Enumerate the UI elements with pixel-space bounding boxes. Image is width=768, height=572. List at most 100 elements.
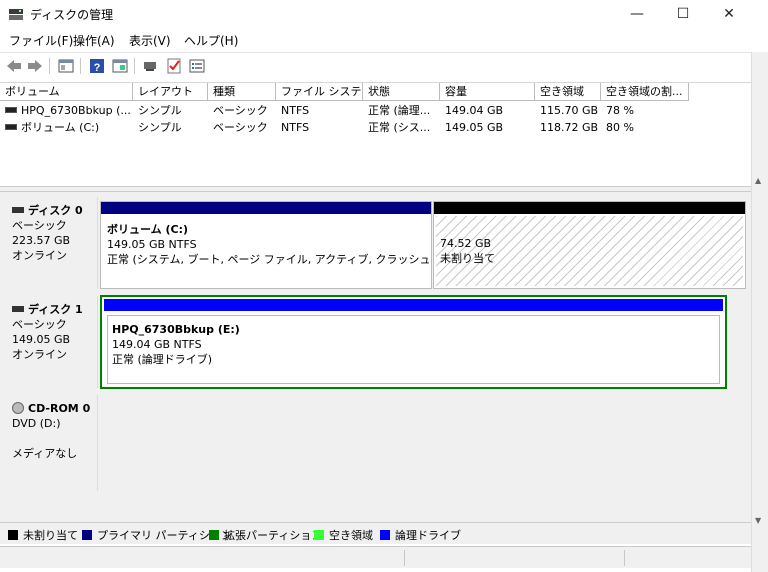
volume-name: HPQ_6730Bbkup (... (21, 104, 131, 117)
legend: 未割り当て プライマリ パーティション 拡張パーティション 空き領域 論理ドライ… (0, 522, 751, 544)
legend-label: 空き領域 (329, 529, 373, 542)
column-header-free-percent[interactable]: 空き領域の割... (601, 83, 689, 101)
disk-0-status: オンライン (12, 249, 67, 262)
column-header-capacity[interactable]: 容量 (440, 83, 535, 101)
partition-c-status: 正常 (システム, ブート, ページ ファイル, アクティブ, クラッシュ ダン… (107, 253, 429, 266)
legend-label: 拡張パーティション (224, 529, 323, 542)
volume-icon (5, 107, 17, 113)
cell-volume: ボリューム (C:) (0, 119, 133, 136)
legend-logical: 論理ドライブ (380, 527, 461, 543)
help-icon[interactable]: ? (88, 57, 106, 75)
cell-capacity: 149.05 GB (445, 121, 504, 134)
disk-0-name: ディスク 0 (28, 204, 83, 217)
partition-e-size: 149.04 GB NTFS (112, 338, 202, 351)
cell-capacity: 149.04 GB (445, 104, 504, 117)
vertical-scrollbar[interactable]: ▲ ▼ (751, 52, 768, 572)
cell-free-percent: 78 % (606, 104, 634, 117)
menu-action[interactable]: 操作(A) (73, 32, 115, 49)
partition-c-size: 149.05 GB NTFS (107, 238, 197, 251)
cell-status: 正常 (論理... (368, 104, 431, 117)
cdrom-0-status: メディアなし (12, 447, 78, 460)
disk-icon (12, 306, 24, 312)
toolbar-separator (49, 58, 50, 74)
console-tree-icon[interactable] (57, 57, 75, 75)
status-divider (404, 550, 405, 566)
scroll-up-icon[interactable]: ▲ (755, 176, 761, 185)
unallocated-bar (434, 202, 745, 214)
cdrom-0-name: CD-ROM 0 (28, 402, 91, 415)
disk-1-type: ベーシック (12, 318, 67, 331)
table-row[interactable]: HPQ_6730Bbkup (... シンプル ベーシック NTFS 正常 (論… (0, 102, 751, 119)
volume-name: ボリューム (C:) (21, 121, 100, 134)
check-icon[interactable] (165, 57, 183, 75)
list-view-icon[interactable] (188, 57, 206, 75)
forward-arrow-icon[interactable] (26, 57, 44, 75)
cell-filesystem: NTFS (281, 104, 310, 117)
properties-icon[interactable] (111, 57, 129, 75)
legend-swatch (209, 530, 219, 540)
title-bar: ディスクの管理 — ☐ ✕ (0, 0, 768, 28)
cell-status: 正常 (シス... (368, 121, 431, 134)
window-title: ディスクの管理 (30, 8, 114, 22)
menu-help[interactable]: ヘルプ(H) (184, 32, 238, 49)
legend-swatch (380, 530, 390, 540)
extended-partition[interactable]: HPQ_6730Bbkup (E:) 149.04 GB NTFS 正常 (論理… (100, 295, 727, 389)
cell-filesystem: NTFS (281, 121, 310, 134)
cell-type: ベーシック (213, 121, 268, 134)
legend-free: 空き領域 (314, 527, 373, 543)
connect-icon[interactable] (142, 57, 160, 75)
disk-icon (12, 207, 24, 213)
disk-1-size: 149.05 GB (12, 333, 71, 346)
partition-c-info: ボリューム (C:) 149.05 GB NTFS 正常 (システム, ブート,… (103, 216, 429, 286)
volume-list-header: ボリューム レイアウト 種類 ファイル システム 状態 容量 空き領域 空き領域… (0, 83, 751, 101)
cell-volume: HPQ_6730Bbkup (... (0, 102, 133, 119)
unallocated-size: 74.52 GB (440, 237, 492, 250)
column-header-layout[interactable]: レイアウト (133, 83, 208, 101)
menu-file[interactable]: ファイル(F) (9, 32, 73, 49)
logical-drive-bar (104, 299, 723, 311)
legend-extended: 拡張パーティション (209, 527, 322, 543)
cdrom-0-label[interactable]: CD-ROM 0 DVD (D:) メディアなし (4, 395, 98, 491)
partition-e-title: HPQ_6730Bbkup (E:) (112, 323, 240, 336)
table-row[interactable]: ボリューム (C:) シンプル ベーシック NTFS 正常 (シス... 149… (0, 119, 751, 136)
unallocated-partition[interactable]: 74.52 GB 未割り当て (433, 201, 746, 289)
status-bar (0, 546, 751, 568)
primary-partition-bar (101, 202, 431, 214)
cell-free-percent: 80 % (606, 121, 634, 134)
column-header-free-space[interactable]: 空き領域 (535, 83, 601, 101)
column-header-status[interactable]: 状態 (363, 83, 440, 101)
legend-swatch (314, 530, 324, 540)
column-header-filesystem[interactable]: ファイル システム (276, 83, 363, 101)
legend-unallocated: 未割り当て (8, 527, 78, 543)
cdrom-0-area[interactable] (100, 395, 750, 491)
cell-free-space: 115.70 GB (540, 104, 599, 117)
disk-1-status: オンライン (12, 348, 67, 361)
disk-1-label[interactable]: ディスク 1 ベーシック 149.05 GB オンライン (4, 296, 98, 388)
column-header-type[interactable]: 種類 (208, 83, 276, 101)
column-header-volume[interactable]: ボリューム (0, 83, 133, 101)
maximize-button[interactable]: ☐ (660, 0, 706, 28)
disk-0-size: 223.57 GB (12, 234, 71, 247)
toolbar-separator (80, 58, 81, 74)
close-button[interactable]: ✕ (706, 0, 752, 28)
menu-view[interactable]: 表示(V) (129, 32, 171, 49)
cell-type: ベーシック (213, 104, 268, 117)
cd-rom-icon (12, 402, 24, 414)
unallocated-status: 未割り当て (440, 252, 495, 265)
disk-0-label[interactable]: ディスク 0 ベーシック 223.57 GB オンライン (4, 197, 98, 289)
legend-label: 論理ドライブ (395, 529, 461, 542)
legend-label: 未割り当て (23, 529, 78, 542)
back-arrow-icon[interactable] (5, 57, 23, 75)
minimize-button[interactable]: — (614, 0, 660, 28)
cell-free-space: 118.72 GB (540, 121, 599, 134)
disk-pane: ディスク 0 ベーシック 223.57 GB オンライン ボリューム (C:) … (0, 192, 751, 522)
cell-layout: シンプル (138, 104, 182, 117)
disk-management-window: ディスクの管理 — ☐ ✕ ファイル(F) 操作(A) 表示(V) ヘルプ(H)… (0, 0, 768, 572)
partition-c-title: ボリューム (C:) (107, 223, 189, 236)
volume-icon (5, 124, 17, 130)
scroll-down-icon[interactable]: ▼ (755, 516, 761, 525)
partition-c[interactable]: ボリューム (C:) 149.05 GB NTFS 正常 (システム, ブート,… (100, 201, 432, 289)
legend-swatch (82, 530, 92, 540)
partition-e-info[interactable]: HPQ_6730Bbkup (E:) 149.04 GB NTFS 正常 (論理… (107, 315, 720, 384)
